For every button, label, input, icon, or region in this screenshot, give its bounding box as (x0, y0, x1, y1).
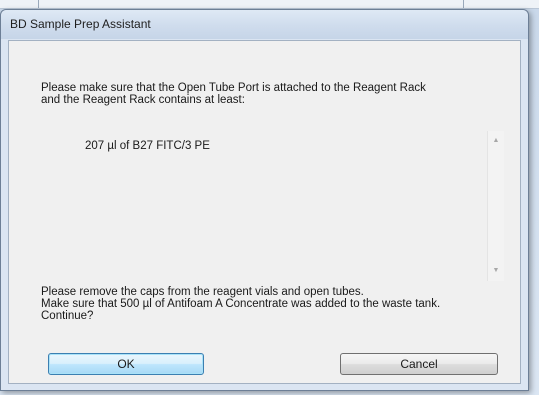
reagent-requirement: 207 µl of B27 FITC/3 PE (85, 140, 210, 152)
title-bar[interactable]: BD Sample Prep Assistant (1, 10, 528, 39)
reagent-list-scrollbar[interactable]: ▲ ▼ (487, 131, 504, 281)
continue-prompt: Continue? (41, 310, 94, 322)
reagent-list[interactable]: 207 µl of B27 FITC/3 PE ▲ ▼ (41, 131, 504, 281)
instruction-remove-caps: Please remove the caps from the reagent … (41, 286, 364, 298)
cancel-button[interactable]: Cancel (340, 353, 498, 375)
background-divider (463, 0, 464, 8)
ok-button[interactable]: OK (48, 353, 204, 375)
dialog-body: Please make sure that the Open Tube Port… (8, 40, 521, 384)
scroll-down-arrow-icon[interactable]: ▼ (488, 263, 504, 279)
scroll-up-arrow-icon[interactable]: ▲ (488, 133, 504, 149)
background-window-strip (0, 0, 539, 9)
background-divider (38, 0, 39, 8)
instruction-antifoam: Make sure that 500 µl of Antifoam A Conc… (41, 298, 441, 310)
dialog-window: BD Sample Prep Assistant Please make sur… (0, 9, 529, 391)
instruction-line-1: Please make sure that the Open Tube Port… (41, 82, 426, 94)
instruction-line-2: and the Reagent Rack contains at least: (41, 94, 245, 106)
window-title: BD Sample Prep Assistant (10, 17, 151, 31)
